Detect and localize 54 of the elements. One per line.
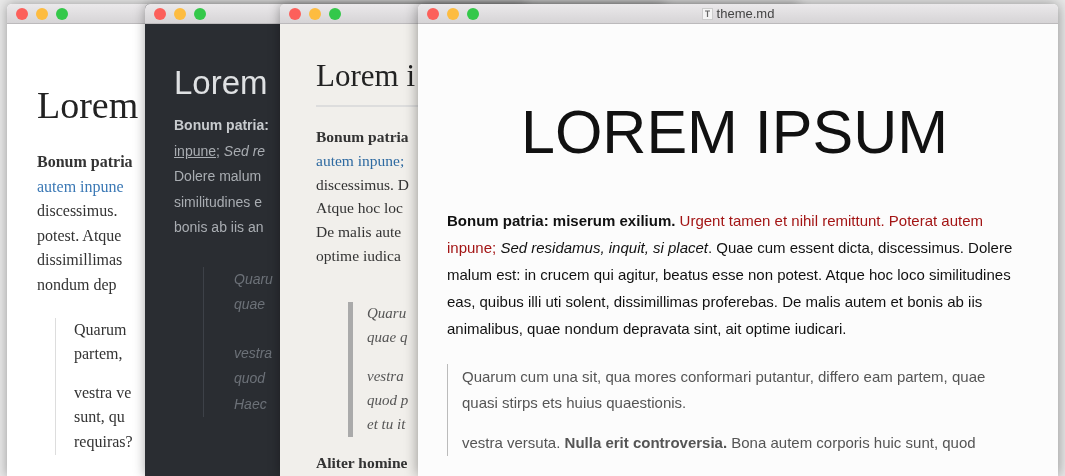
- text-line: Bonum patria:: [174, 116, 269, 135]
- quote-paragraph: Quarum cum una sit, qua mores conformari putantur, differo eam partem, quae quasi stirps ets huius quaestionis.: [462, 367, 987, 413]
- quote-line: quod: [234, 369, 266, 388]
- text-line: Atque hoc loc: [316, 198, 403, 219]
- text-line: autem inpune;: [316, 150, 405, 171]
- zoom-button[interactable]: [329, 7, 341, 20]
- quote-line: quae q: [367, 327, 408, 347]
- text-line: De malis aute: [316, 222, 402, 243]
- quote-line: vestra: [234, 343, 273, 363]
- quote-line: requiras?: [74, 431, 133, 453]
- zoom-button[interactable]: [467, 7, 479, 20]
- text-line: nondum dep: [37, 274, 117, 296]
- paragraph: Bonum patria: miserum exilium. Urgent tamen et nihil remittunt. Poterat autem inpune; Sed residamus, inquit, si placet. Quae cum essent dicta, discessimus. Dolere malum est: in crucem qui agitur, beatus esse non potest. Atque hoc loco similitudines eas, quibus illi uti solent, dissimillimas proferebas. De malis autem et bonis ab iis animalibus, quae nondum depravata sint, ait optime iudicari.: [447, 211, 1014, 339]
- text-line: Dolere malum: [174, 167, 262, 186]
- text-line: similitudines e: [174, 192, 262, 212]
- text-line: Aliter homine: [316, 452, 408, 473]
- zoom-button[interactable]: [194, 7, 206, 20]
- text-line: Bonum patria: [37, 152, 133, 173]
- quote-line: et tu it: [367, 414, 406, 434]
- text-line: dissimillimas: [37, 250, 123, 271]
- close-button[interactable]: [427, 7, 439, 20]
- text-line: optime iudica: [316, 246, 401, 266]
- text-line: bonis ab iis an: [174, 218, 264, 237]
- document-heading: Lorem: [174, 64, 268, 101]
- window-title: theme.md: [716, 5, 775, 24]
- quote-line: Quarum: [74, 319, 127, 340]
- document-heading: Lorem i: [316, 58, 415, 93]
- text-line: discessimus.: [37, 201, 118, 222]
- text-line: discessimus. D: [316, 174, 409, 195]
- quote-line: Haec: [234, 394, 267, 414]
- document-heading: LOREM IPSUM: [520, 102, 949, 163]
- document-heading: Lorem: [37, 84, 139, 126]
- quote-line: partem,: [74, 344, 123, 365]
- text-line: autem inpune: [37, 176, 124, 198]
- text-line: Bonum patria: [316, 127, 409, 147]
- text-line: inpune; Sed re: [174, 141, 266, 161]
- close-button[interactable]: [16, 7, 28, 20]
- quote-paragraph: vestra versuta. Nulla erit controversia. Bona autem corporis huic sunt, quod: [462, 433, 977, 453]
- minimize-button[interactable]: [309, 7, 321, 20]
- quote-line: Quaru: [367, 303, 407, 323]
- quote-line: Quaru: [234, 269, 273, 289]
- quote-line: vestra ve: [74, 382, 132, 403]
- quote-line: quod p: [367, 391, 409, 411]
- minimize-button[interactable]: [447, 7, 459, 20]
- document-icon: [701, 8, 713, 20]
- zoom-button[interactable]: [56, 7, 68, 20]
- close-button[interactable]: [289, 7, 301, 20]
- minimize-button[interactable]: [36, 7, 48, 20]
- text-line: potest. Atque: [37, 225, 122, 247]
- close-button[interactable]: [154, 7, 166, 20]
- quote-line: vestra: [367, 367, 404, 387]
- minimize-button[interactable]: [174, 7, 186, 20]
- quote-line: sunt, qu: [74, 407, 125, 428]
- quote-line: quae: [234, 295, 266, 314]
